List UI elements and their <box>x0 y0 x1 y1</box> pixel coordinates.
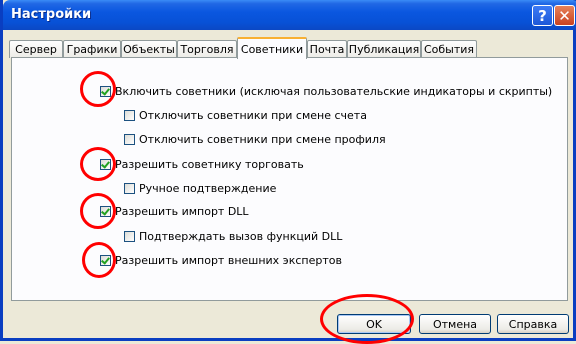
tab-expert-advisors[interactable]: Советники <box>237 37 307 59</box>
option-label: Разрешить импорт DLL <box>115 205 249 218</box>
help-icon[interactable]: ? <box>532 5 553 26</box>
option-label: Разрешить советнику торговать <box>115 158 304 171</box>
option-allow-external-experts[interactable]: Разрешить импорт внешних экспертов <box>100 254 342 267</box>
checkbox[interactable] <box>124 183 135 194</box>
help-button[interactable]: Справка <box>497 314 569 334</box>
option-label: Подтверждать вызов функций DLL <box>139 230 343 243</box>
checkbox[interactable] <box>124 110 135 121</box>
tab-email[interactable]: Почта <box>307 40 347 58</box>
checkbox[interactable] <box>100 86 111 97</box>
option-manual-confirmation[interactable]: Ручное подтверждение <box>124 182 276 195</box>
option-label: Разрешить импорт внешних экспертов <box>115 254 342 267</box>
option-confirm-dll-calls[interactable]: Подтверждать вызов функций DLL <box>124 230 342 243</box>
close-icon[interactable]: ✕ <box>554 5 575 26</box>
option-label: Отключить советники при смене профиля <box>139 133 386 146</box>
checkbox[interactable] <box>124 134 135 145</box>
checkbox[interactable] <box>100 206 111 217</box>
option-disable-on-account-change[interactable]: Отключить советники при смене счета <box>124 109 367 122</box>
checkbox[interactable] <box>100 255 111 266</box>
option-enable-experts[interactable]: Включить советники (исключая пользовател… <box>100 85 552 98</box>
window-title: Настройки <box>11 7 92 22</box>
tab-events[interactable]: События <box>421 40 477 58</box>
option-disable-on-profile-change[interactable]: Отключить советники при смене профиля <box>124 133 386 146</box>
tab-server[interactable]: Сервер <box>9 40 63 58</box>
expert-advisors-panel: Включить советники (исключая пользовател… <box>11 57 568 301</box>
option-label: Отключить советники при смене счета <box>139 109 367 122</box>
option-label: Включить советники (исключая пользовател… <box>115 85 553 98</box>
title-bar: Настройки ? ✕ <box>3 0 576 30</box>
cancel-button[interactable]: Отмена <box>419 314 491 334</box>
checkbox[interactable] <box>100 159 111 170</box>
option-label: Ручное подтверждение <box>139 182 277 195</box>
option-allow-live-trading[interactable]: Разрешить советнику торговать <box>100 158 304 171</box>
tab-publisher[interactable]: Публикация <box>347 40 421 58</box>
settings-dialog: Настройки ? ✕ Сервер Графики Объекты Тор… <box>0 0 576 341</box>
ok-button[interactable]: OK <box>337 314 411 334</box>
tab-objects[interactable]: Объекты <box>121 40 177 58</box>
checkbox[interactable] <box>124 231 135 242</box>
option-allow-dll-imports[interactable]: Разрешить импорт DLL <box>100 205 249 218</box>
tab-charts[interactable]: Графики <box>63 40 121 58</box>
tab-trade[interactable]: Торговля <box>177 40 237 58</box>
